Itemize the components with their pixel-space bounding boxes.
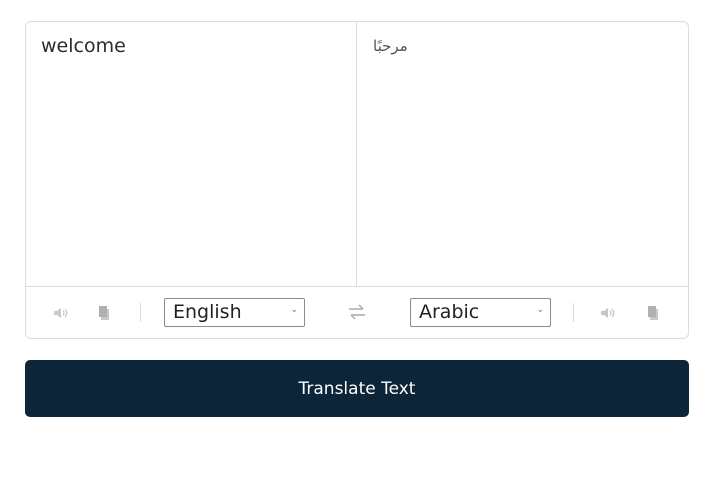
speaker-icon[interactable] (53, 306, 69, 320)
from-language-value: English (173, 301, 242, 323)
from-language-select[interactable]: English ⌄ (164, 298, 305, 327)
from-text-area[interactable]: welcome (26, 22, 357, 286)
to-text: مرحبًا (373, 37, 408, 55)
separator (140, 303, 141, 322)
to-language-value: Arabic (419, 301, 480, 323)
chevron-down-icon: ⌄ (536, 305, 544, 315)
translator-panel: welcome مرحبًا English ⌄ Arabic ⌄ (25, 21, 689, 339)
separator (573, 303, 574, 322)
exchange-arrows-icon[interactable] (346, 302, 368, 322)
copy-icon[interactable] (645, 306, 661, 320)
text-areas: welcome مرحبًا (26, 22, 688, 287)
controls-row: English ⌄ Arabic ⌄ (26, 287, 688, 339)
translate-button-label: Translate Text (298, 378, 416, 399)
to-text-area[interactable]: مرحبًا (357, 22, 688, 286)
to-language-select[interactable]: Arabic ⌄ (410, 298, 551, 327)
chevron-down-icon: ⌄ (290, 305, 298, 315)
speaker-icon[interactable] (600, 306, 616, 320)
from-text: welcome (41, 35, 126, 57)
copy-icon[interactable] (96, 306, 112, 320)
translate-button[interactable]: Translate Text (25, 360, 689, 417)
